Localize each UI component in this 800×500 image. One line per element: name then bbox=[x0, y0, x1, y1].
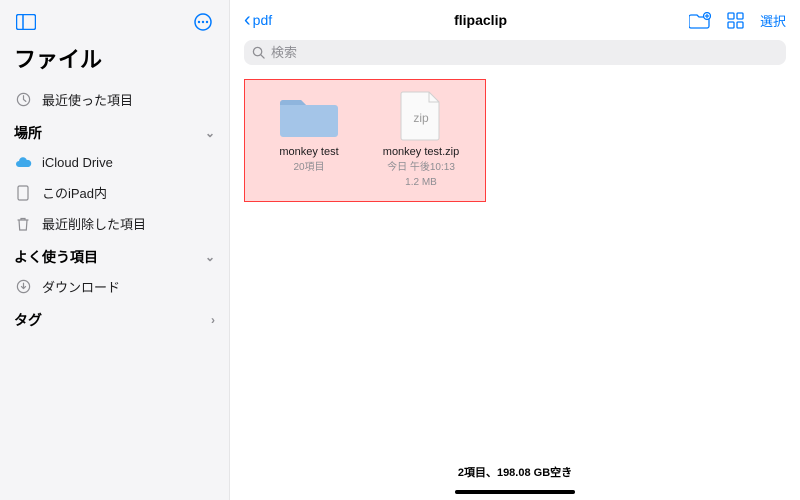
sidebar: ファイル 最近使った項目 場所 ⌄ iCloud Drive このiPad内 bbox=[0, 0, 230, 500]
sidebar-item-icloud[interactable]: iCloud Drive bbox=[0, 147, 229, 177]
search-input[interactable] bbox=[271, 45, 778, 60]
sidebar-item-downloads[interactable]: ダウンロード bbox=[0, 271, 229, 302]
clock-icon bbox=[14, 91, 32, 109]
sidebar-item-trash[interactable]: 最近削除した項目 bbox=[0, 208, 229, 239]
file-grid: monkey test 20項目 zip monkey test.zip 今日 … bbox=[230, 75, 800, 458]
ipad-icon bbox=[14, 184, 32, 202]
file-meta: 今日 午後10:13 bbox=[387, 161, 455, 174]
file-name: monkey test bbox=[279, 146, 338, 159]
chevron-left-icon: ‹ bbox=[244, 10, 251, 30]
download-icon bbox=[14, 278, 32, 296]
main-content: ‹ pdf flipaclip 選択 bbox=[230, 0, 800, 500]
selection-highlight: monkey test 20項目 zip monkey test.zip 今日 … bbox=[244, 79, 486, 202]
chevron-down-icon: ⌄ bbox=[205, 126, 215, 140]
file-meta: 1.2 MB bbox=[405, 176, 437, 189]
sidebar-item-label: iCloud Drive bbox=[42, 155, 113, 170]
chevron-down-icon: ⌄ bbox=[205, 250, 215, 264]
tags-header-label: タグ bbox=[14, 310, 42, 330]
sidebar-item-label: ダウンロード bbox=[42, 277, 120, 296]
more-icon[interactable] bbox=[191, 10, 215, 34]
toolbar: ‹ pdf flipaclip 選択 bbox=[230, 0, 800, 36]
sidebar-item-ipad[interactable]: このiPad内 bbox=[0, 177, 229, 208]
sidebar-favorites-header[interactable]: よく使う項目 ⌄ bbox=[0, 239, 229, 271]
chevron-right-icon: › bbox=[211, 313, 215, 327]
home-indicator[interactable] bbox=[455, 490, 575, 494]
sidebar-tags-header[interactable]: タグ › bbox=[0, 302, 229, 334]
favorites-header-label: よく使う項目 bbox=[14, 247, 98, 267]
select-button[interactable]: 選択 bbox=[760, 11, 786, 30]
sidebar-item-label: このiPad内 bbox=[42, 183, 107, 202]
sidebar-locations-header[interactable]: 場所 ⌄ bbox=[0, 115, 229, 147]
folder-icon bbox=[278, 90, 340, 142]
back-label: pdf bbox=[253, 12, 272, 28]
search-bar[interactable] bbox=[244, 40, 786, 65]
sidebar-recents-label: 最近使った項目 bbox=[42, 90, 133, 109]
file-item[interactable]: zip monkey test.zip 今日 午後10:13 1.2 MB bbox=[367, 86, 475, 193]
folder-item[interactable]: monkey test 20項目 bbox=[255, 86, 363, 193]
sidebar-toggle-icon[interactable] bbox=[14, 10, 38, 34]
svg-text:zip: zip bbox=[413, 111, 429, 125]
locations-header-label: 場所 bbox=[14, 123, 42, 143]
new-folder-icon[interactable] bbox=[689, 12, 711, 29]
trash-icon bbox=[14, 215, 32, 233]
sidebar-recents[interactable]: 最近使った項目 bbox=[0, 84, 229, 115]
status-bar: 2項目、198.08 GB空き bbox=[230, 458, 800, 486]
app-title: ファイル bbox=[0, 40, 229, 84]
sidebar-item-label: 最近削除した項目 bbox=[42, 214, 146, 233]
back-button[interactable]: ‹ pdf bbox=[244, 10, 272, 30]
page-title: flipaclip bbox=[272, 12, 689, 28]
grid-view-icon[interactable] bbox=[727, 12, 744, 29]
cloud-icon bbox=[14, 153, 32, 171]
search-icon bbox=[252, 46, 265, 59]
zip-file-icon: zip bbox=[390, 90, 452, 142]
file-name: monkey test.zip bbox=[383, 146, 459, 159]
file-meta: 20項目 bbox=[293, 161, 324, 174]
